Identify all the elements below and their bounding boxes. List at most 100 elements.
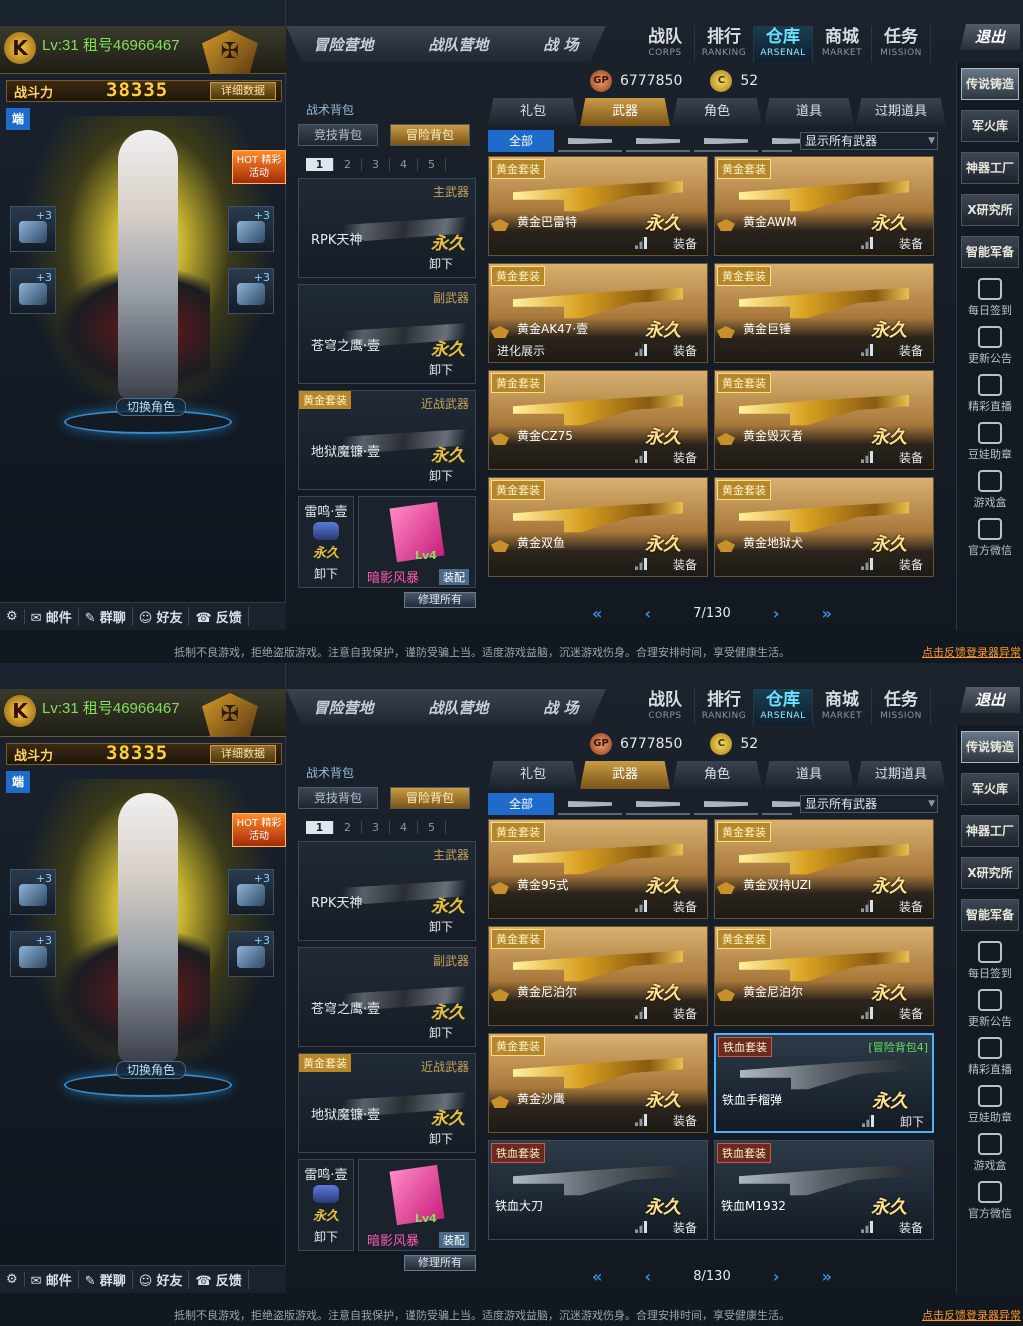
tab-battlefield[interactable]: 战 场	[543, 697, 578, 718]
announcement-button[interactable]: 更新公告	[961, 989, 1019, 1029]
feedback-login-link[interactable]: 点击反馈登录器异常	[922, 1307, 1021, 1323]
card-slot[interactable]: Lv4 暗影风暴 装配	[358, 1159, 476, 1251]
unload-button[interactable]: 卸下	[299, 565, 353, 582]
armory-button[interactable]: 军火库	[961, 773, 1019, 805]
tab-character[interactable]: 角色	[672, 98, 762, 126]
legend-forge-button[interactable]: 传说铸造	[961, 68, 1019, 100]
equip-button[interactable]: 装备	[899, 235, 923, 252]
bag-page[interactable]: 4	[390, 158, 418, 171]
unload-button[interactable]: 卸下	[429, 918, 453, 935]
unload-button[interactable]: 卸下	[429, 1130, 453, 1147]
equip-button[interactable]: 装备	[899, 898, 923, 915]
filter-all-button[interactable]: 全部	[488, 130, 554, 152]
throwable-slot[interactable]: 雷鸣·壹 永久 卸下	[298, 1159, 354, 1251]
weapon-card[interactable]: 黄金套装 黄金95式 永久 装备	[488, 819, 708, 919]
exit-button[interactable]: 退出	[960, 24, 1020, 50]
weapon-card[interactable]: 黄金套装 黄金尼泊尔 永久 装备	[714, 926, 934, 1026]
exit-button[interactable]: 退出	[960, 687, 1020, 713]
x-institute-button[interactable]: X研究所	[961, 857, 1019, 889]
equip-button[interactable]: 装备	[899, 342, 923, 359]
daily-signin-button[interactable]: 每日签到	[961, 278, 1019, 318]
equip-button[interactable]: 装备	[673, 556, 697, 573]
equip-button[interactable]: 装备	[899, 449, 923, 466]
weapon-card[interactable]: 铁血套装 铁血M1932 永久 装备	[714, 1140, 934, 1240]
bag-page[interactable]: 4	[390, 821, 418, 834]
detail-data-button[interactable]: 详细数据	[210, 82, 276, 100]
device-slot[interactable]: +3	[228, 268, 274, 314]
friends-link[interactable]: ☺ 好友	[133, 1270, 190, 1289]
goggles-slot[interactable]: +3	[228, 869, 274, 915]
legend-forge-button[interactable]: 传说铸造	[961, 731, 1019, 763]
tab-expired[interactable]: 过期道具	[856, 761, 946, 789]
first-page-icon[interactable]: «	[592, 604, 602, 623]
tab-character[interactable]: 角色	[672, 761, 762, 789]
nav-mission[interactable]: 任务 MISSION	[872, 26, 931, 62]
artifact-factory-button[interactable]: 神器工厂	[961, 815, 1019, 847]
bag-page[interactable]: 3	[362, 158, 390, 171]
switch-role-button[interactable]: 切换角色	[116, 398, 186, 416]
weapon-card[interactable]: 黄金套装 黄金地狱犬 永久 装备	[714, 477, 934, 577]
bag-page[interactable]: 2	[334, 821, 362, 834]
detail-data-button[interactable]: 详细数据	[210, 745, 276, 763]
douwa-helper-button[interactable]: 豆娃助章	[961, 422, 1019, 462]
unload-button[interactable]: 卸下	[429, 255, 453, 272]
unload-button[interactable]: 卸下	[429, 361, 453, 378]
live-stream-button[interactable]: 精彩直播	[961, 1037, 1019, 1077]
primary-weapon-slot[interactable]: 主武器 RPK天神 永久 卸下	[298, 841, 476, 941]
smart-armament-button[interactable]: 智能军备	[961, 236, 1019, 268]
knife-filter-icon[interactable]	[694, 793, 758, 815]
tab-clan-camp[interactable]: 战队营地	[428, 697, 488, 718]
grenade-filter-icon[interactable]	[762, 793, 792, 815]
equip-button[interactable]: 装备	[673, 1219, 697, 1236]
weapon-type-select[interactable]: 显示所有武器	[800, 132, 938, 150]
hot-event-badge[interactable]: HOT 精彩活动	[232, 150, 286, 184]
prev-page-icon[interactable]: ‹	[645, 604, 652, 623]
equip-button[interactable]: 装备	[673, 235, 697, 252]
knife-filter-icon[interactable]	[694, 130, 758, 152]
evolution-showcase-link[interactable]: 进化展示	[497, 342, 545, 359]
hot-event-badge[interactable]: HOT 精彩活动	[232, 813, 286, 847]
weapon-type-select[interactable]: 显示所有武器	[800, 795, 938, 813]
weapon-card[interactable]: 黄金套装 黄金双鱼 永久 装备	[488, 477, 708, 577]
equip-button[interactable]: 装备	[673, 1005, 697, 1022]
prev-page-icon[interactable]: ‹	[645, 1267, 652, 1286]
artifact-factory-button[interactable]: 神器工厂	[961, 152, 1019, 184]
secondary-weapon-slot[interactable]: 副武器 苍穹之鹰·壹 永久 卸下	[298, 947, 476, 1047]
nav-arsenal[interactable]: 仓库 ARSENAL	[754, 26, 813, 62]
tab-competitive-bag[interactable]: 竞技背包	[298, 787, 378, 809]
feedback-login-link[interactable]: 点击反馈登录器异常	[922, 644, 1021, 660]
feedback-link[interactable]: ☎ 反馈	[189, 1270, 249, 1289]
unload-button[interactable]: 卸下	[429, 467, 453, 484]
nav-market[interactable]: 商城 MARKET	[813, 689, 872, 725]
weapon-card[interactable]: 黄金套装 黄金CZ75 永久 装备	[488, 370, 708, 470]
bag-page[interactable]: 5	[418, 158, 446, 171]
equip-button[interactable]: 卸下	[900, 1113, 924, 1130]
gloves-slot[interactable]: +3	[10, 931, 56, 977]
feedback-link[interactable]: ☎ 反馈	[189, 607, 249, 626]
game-box-button[interactable]: 游戏盒	[961, 1133, 1019, 1173]
melee-weapon-slot[interactable]: 黄金套装 近战武器 地狱魔镰·壹 永久 卸下	[298, 390, 476, 490]
repair-all-button[interactable]: 修理所有	[404, 592, 476, 608]
armor-slot[interactable]: +3	[10, 869, 56, 915]
group-chat-link[interactable]: ✎ 群聊	[79, 607, 133, 626]
tab-weapon[interactable]: 武器	[580, 98, 670, 126]
group-chat-link[interactable]: ✎ 群聊	[79, 1270, 133, 1289]
tab-adventure-bag[interactable]: 冒险背包	[390, 787, 470, 809]
mail-link[interactable]: ✉ 邮件	[25, 607, 79, 626]
nav-ranking[interactable]: 排行 RANKING	[695, 689, 754, 725]
daily-signin-button[interactable]: 每日签到	[961, 941, 1019, 981]
settings-gear-icon[interactable]: ⚙	[0, 609, 25, 624]
rifle-filter-icon[interactable]	[558, 793, 622, 815]
tab-battlefield[interactable]: 战 场	[543, 34, 578, 55]
mail-link[interactable]: ✉ 邮件	[25, 1270, 79, 1289]
equip-button[interactable]: 装备	[673, 449, 697, 466]
tab-items[interactable]: 道具	[764, 98, 854, 126]
nav-market[interactable]: 商城 MARKET	[813, 26, 872, 62]
secondary-weapon-slot[interactable]: 副武器 苍穹之鹰·壹 永久 卸下	[298, 284, 476, 384]
bag-page[interactable]: 2	[334, 158, 362, 171]
nav-arsenal[interactable]: 仓库 ARSENAL	[754, 689, 813, 725]
armor-slot[interactable]: +3	[10, 206, 56, 252]
tab-gift[interactable]: 礼包	[488, 761, 578, 789]
unload-button[interactable]: 卸下	[429, 1024, 453, 1041]
weapon-card[interactable]: 黄金套装 黄金巨锤 永久 装备	[714, 263, 934, 363]
